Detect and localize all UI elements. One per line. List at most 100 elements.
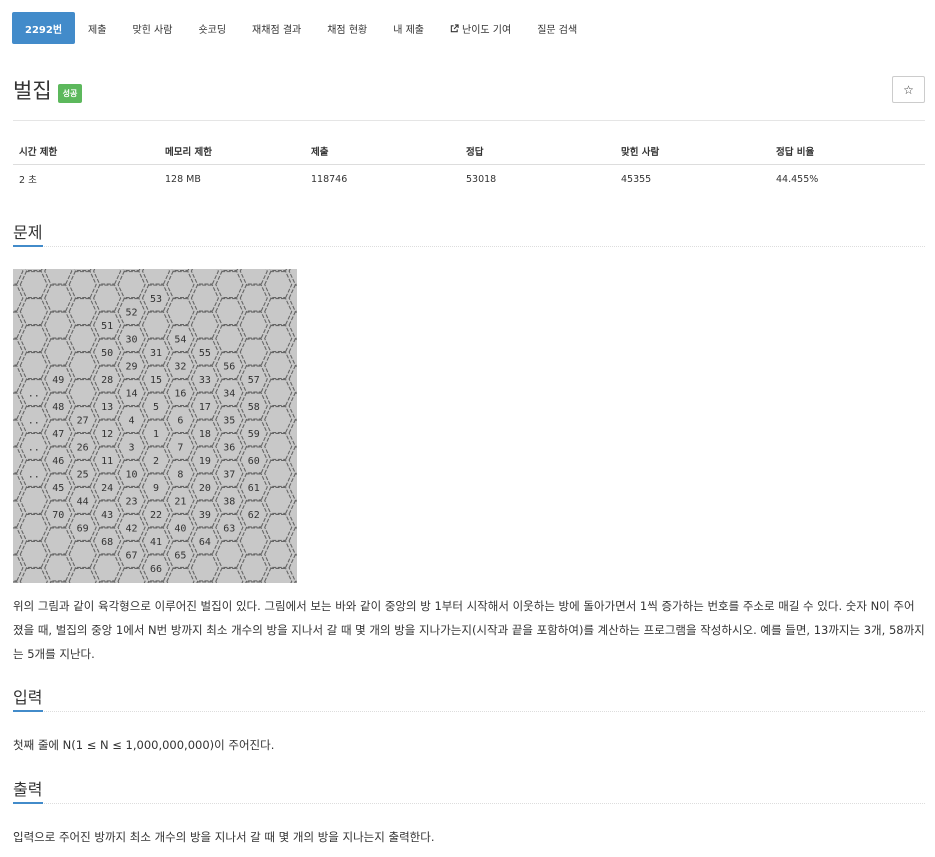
cell-number: 51 — [101, 321, 113, 332]
hex-cell — [264, 539, 293, 569]
cell-number: 7 — [177, 442, 183, 453]
cell-number: 49 — [52, 375, 64, 386]
cell-number: 6 — [177, 416, 183, 427]
cell-number: 34 — [223, 389, 235, 400]
hex-cell — [13, 499, 24, 529]
tab-judge-status[interactable]: 채점 현황 — [314, 12, 380, 44]
cell-number: .. — [28, 389, 40, 400]
cell-number: 22 — [150, 510, 162, 521]
cell-number: 39 — [199, 510, 211, 521]
accepted-value: 53018 — [466, 173, 497, 185]
hex-cell — [190, 269, 219, 286]
tab-problem[interactable]: 2292번 — [12, 12, 76, 44]
cell-number: 46 — [52, 456, 64, 467]
hex-cell — [13, 391, 24, 421]
hex-cell — [190, 310, 219, 340]
tab-difficulty-contribution[interactable]: 난이도 기여 — [437, 12, 524, 44]
external-link-icon — [450, 23, 459, 33]
cell-number: 11 — [101, 456, 113, 467]
hex-cell — [68, 351, 97, 381]
hex-cell — [239, 283, 268, 313]
cell-number: 40 — [174, 523, 186, 534]
hex-cell — [166, 566, 195, 583]
hex-cell — [117, 270, 146, 300]
cell-number: 19 — [199, 456, 211, 467]
hex-cell — [13, 445, 24, 475]
cell-number: 21 — [174, 496, 186, 507]
hex-cell — [166, 297, 195, 327]
input-section-header: 입력 — [13, 684, 925, 712]
hex-cell — [141, 269, 171, 286]
hex-cell — [13, 553, 24, 583]
cell-number: 4 — [129, 416, 135, 427]
cell-number: 37 — [223, 469, 235, 480]
tab-solved-users[interactable]: 맞힌 사람 — [119, 12, 185, 44]
tab-label: 2292번 — [25, 24, 63, 36]
cell-number: 36 — [223, 442, 235, 453]
favorite-button[interactable]: ☆ — [892, 76, 925, 103]
hex-cell — [117, 566, 146, 583]
hex-cell — [19, 270, 48, 300]
page-title: 벌집 — [13, 79, 52, 103]
output-heading: 출력 — [13, 780, 43, 799]
cell-number: 68 — [101, 537, 113, 548]
cell-number: 23 — [126, 496, 138, 507]
tab-my-submissions[interactable]: 내 제출 — [380, 12, 437, 44]
hex-cell — [239, 269, 268, 286]
hex-cell — [13, 283, 24, 313]
cell-number: 58 — [248, 402, 260, 413]
header-accept-ratio: 정답 비율 — [770, 138, 925, 165]
hex-cell — [264, 404, 293, 435]
hex-cell — [215, 324, 244, 354]
cell-number: 16 — [174, 389, 186, 400]
tab-submit[interactable]: 제출 — [75, 12, 119, 44]
cell-number: 15 — [150, 375, 162, 386]
cell-number: 12 — [101, 429, 113, 440]
header-solvers: 맞힌 사람 — [615, 138, 770, 165]
hex-cell — [13, 364, 24, 394]
tab-label: 제출 — [88, 24, 107, 36]
cell-number: 52 — [126, 308, 138, 319]
tab-label: 내 제출 — [393, 24, 424, 36]
hex-cell — [264, 431, 293, 462]
hex-cell — [190, 553, 219, 583]
hex-cell — [215, 270, 244, 300]
cell-number: .. — [28, 442, 40, 453]
hex-cell — [68, 297, 97, 327]
cell-number: .. — [28, 416, 40, 427]
section-accent — [13, 245, 43, 247]
cell-number: 3 — [129, 442, 135, 453]
hex-cell — [264, 512, 293, 542]
output-description: 입력으로 주어진 방까지 최소 개수의 방을 지나서 갈 때 몇 개의 방을 지… — [13, 830, 435, 844]
honeycomb-figure: 1234567891011121314151617181920212223242… — [13, 269, 297, 583]
hex-cell — [19, 324, 48, 354]
cell-number: 47 — [52, 429, 64, 440]
cell-number: 54 — [174, 335, 186, 346]
hex-cell — [264, 377, 293, 408]
cell-number: 2 — [153, 456, 159, 467]
tab-question-search[interactable]: 질문 검색 — [524, 12, 590, 44]
hex-cell — [141, 310, 171, 340]
cell-number: 57 — [248, 375, 260, 386]
hex-cell — [44, 526, 73, 556]
cell-number: 28 — [101, 375, 113, 386]
memory-limit-value: 128 MB — [165, 173, 201, 185]
accept-ratio-value: 44.455% — [776, 173, 819, 185]
status-badge: 성공 — [57, 83, 83, 103]
cell-number: 1 — [153, 429, 159, 440]
problem-section-header: 문제 — [13, 219, 925, 247]
cell-number: 61 — [248, 483, 260, 494]
tab-rejudge-results[interactable]: 재채점 결과 — [239, 12, 314, 44]
cell-number: 10 — [126, 469, 138, 480]
hex-cell — [264, 270, 293, 300]
hex-cell — [19, 297, 48, 327]
section-divider — [13, 711, 925, 712]
cell-number: 35 — [223, 416, 235, 427]
section-divider — [13, 803, 925, 804]
tab-short-coding[interactable]: 숏코딩 — [185, 12, 239, 44]
hex-cell — [44, 310, 73, 340]
cell-number: 62 — [248, 510, 260, 521]
hex-cell — [264, 324, 293, 354]
cell-number: 66 — [150, 564, 162, 575]
hex-cell — [288, 269, 297, 286]
